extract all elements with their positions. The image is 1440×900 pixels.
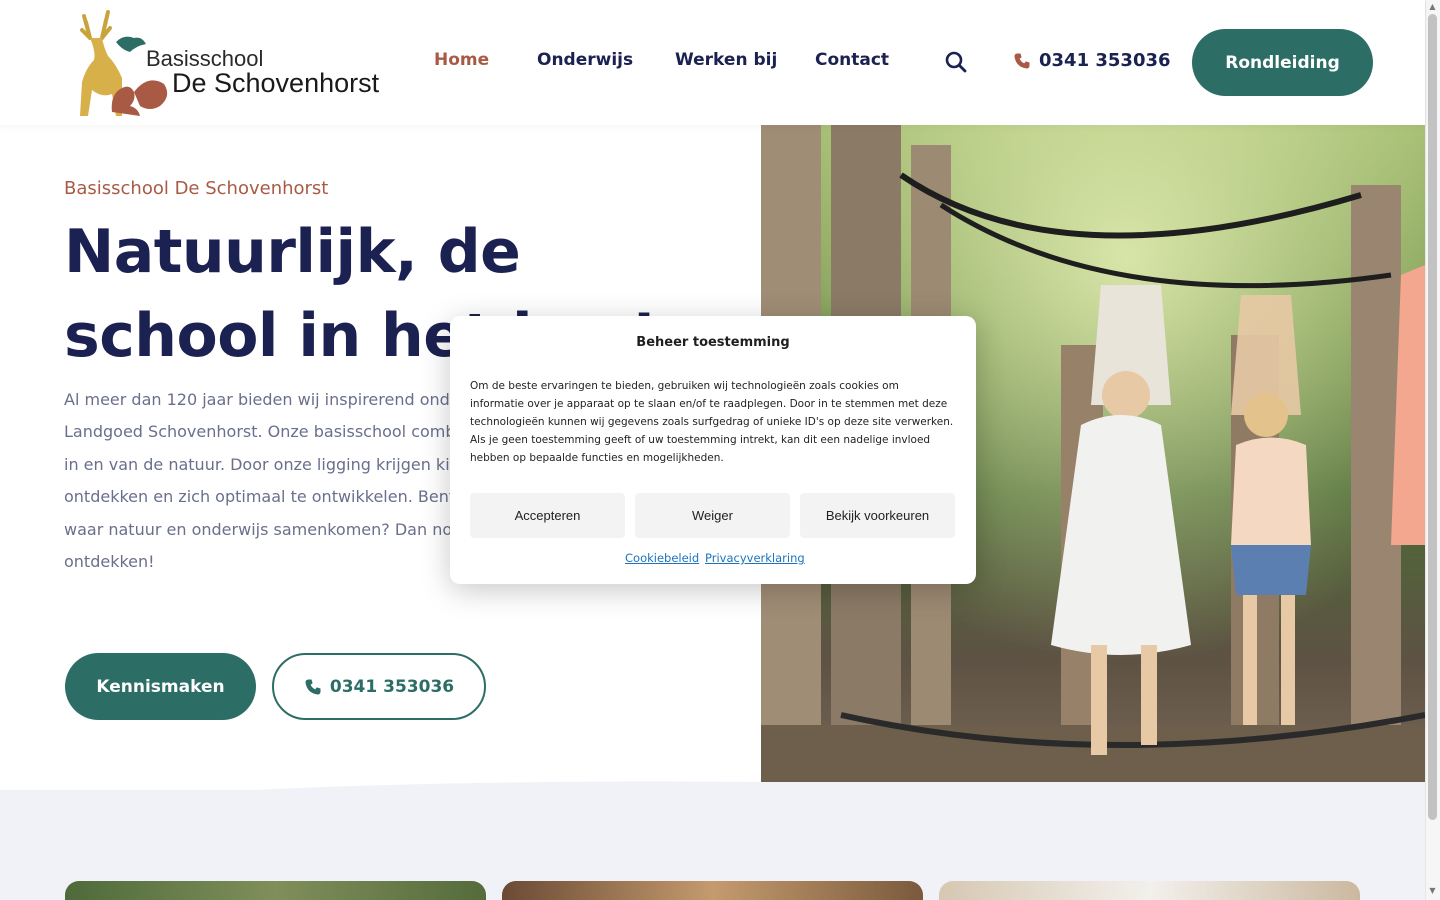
hero-phone-number: 0341 353036	[329, 676, 455, 697]
phone-icon	[305, 679, 321, 694]
cookie-consent-dialog: Beheer toestemming Om de beste ervaringe…	[450, 316, 976, 584]
deny-button[interactable]: Weiger	[635, 493, 790, 538]
consent-body: Om de beste ervaringen te bieden, gebrui…	[470, 380, 954, 464]
scroll-up-arrow-icon[interactable]: ▲	[1428, 2, 1437, 11]
nav-werken-bij[interactable]: Werken bij	[675, 50, 777, 70]
view-preferences-button[interactable]: Bekijk voorkeuren	[800, 493, 955, 538]
feature-card-2[interactable]	[502, 881, 923, 900]
logo-line-2: De Schovenhorst	[172, 68, 380, 98]
scroll-down-arrow-icon[interactable]: ▼	[1428, 886, 1437, 895]
header-phone-link[interactable]: 0341 353036	[1013, 50, 1171, 71]
consent-title: Beheer toestemming	[636, 335, 790, 350]
school-logo[interactable]: Basisschool De Schovenhorst	[64, 8, 379, 120]
nav-home[interactable]: Home	[434, 50, 489, 70]
search-icon[interactable]	[944, 50, 968, 74]
rondleiding-button[interactable]: Rondleiding	[1192, 29, 1373, 96]
kennismaken-button[interactable]: Kennismaken	[65, 653, 256, 720]
phone-icon	[1014, 53, 1030, 68]
accept-button[interactable]: Accepteren	[470, 493, 625, 538]
hero-phone-button[interactable]: 0341 353036	[272, 653, 486, 720]
privacy-statement-link[interactable]: Privacyverklaring	[705, 551, 805, 565]
hero-eyebrow: Basisschool De Schovenhorst	[64, 178, 329, 199]
nav-contact[interactable]: Contact	[815, 50, 889, 70]
scrollbar-thumb[interactable]	[1428, 14, 1437, 820]
cookie-policy-link[interactable]: Cookiebeleid	[625, 551, 699, 565]
nav-onderwijs[interactable]: Onderwijs	[537, 50, 633, 70]
feature-card-3[interactable]	[939, 881, 1360, 900]
wave-divider-icon	[0, 781, 1425, 818]
header-phone-number: 0341 353036	[1039, 50, 1171, 71]
feature-card-1[interactable]	[65, 881, 486, 900]
site-header: Basisschool De Schovenhorst Home Onderwi…	[0, 0, 1425, 125]
